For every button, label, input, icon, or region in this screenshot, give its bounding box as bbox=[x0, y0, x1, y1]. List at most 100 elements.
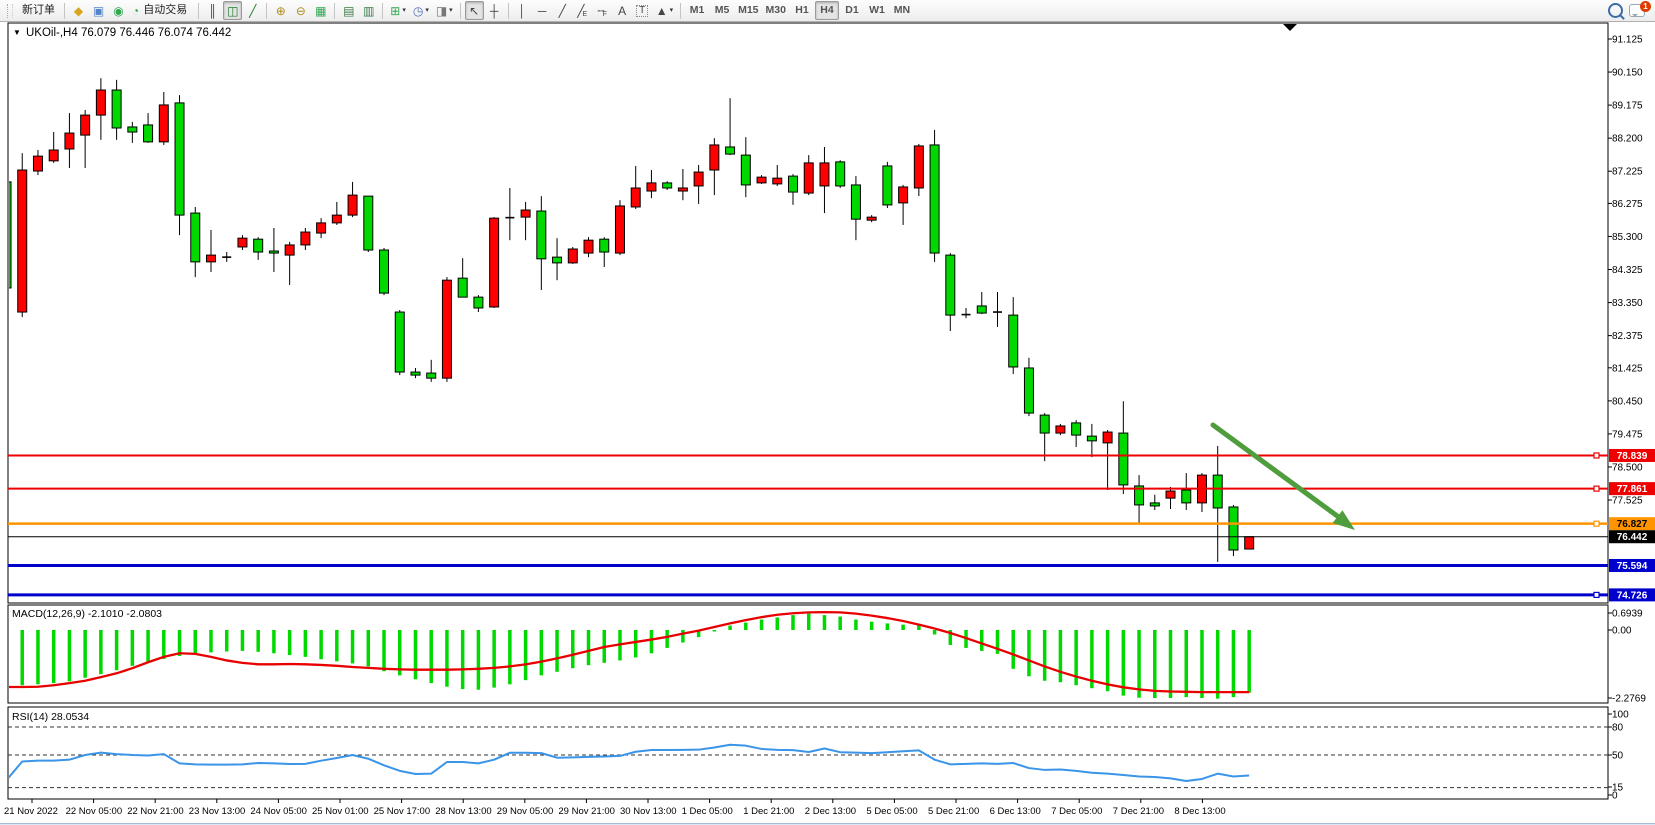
horizontal-line-button[interactable]: ─ bbox=[533, 1, 552, 20]
bull-candle bbox=[615, 206, 624, 253]
price-axis[interactable]: 91.12590.15089.17588.20087.22586.27585.3… bbox=[1608, 35, 1643, 507]
signals-icon[interactable]: ◉ bbox=[109, 1, 128, 20]
bear-candle bbox=[836, 162, 845, 186]
text-button[interactable]: A bbox=[613, 1, 632, 20]
fibonacci-button[interactable]: ╌F bbox=[593, 1, 612, 20]
tf-m30-button[interactable]: M30 bbox=[763, 1, 789, 20]
tf-mn-button[interactable]: MN bbox=[890, 1, 914, 20]
price-badge-76.827: 76.827 bbox=[1609, 517, 1655, 530]
bear-candle bbox=[411, 372, 420, 375]
time-axis[interactable]: 21 Nov 202222 Nov 05:0022 Nov 21:0023 No… bbox=[4, 799, 1226, 817]
rsi-panel bbox=[8, 707, 1608, 799]
market-watch-icon[interactable]: ◆ bbox=[69, 1, 88, 20]
svg-text:8 Dec 13:00: 8 Dec 13:00 bbox=[1174, 806, 1225, 817]
bull-candle bbox=[773, 178, 782, 184]
svg-text:81.425: 81.425 bbox=[1612, 363, 1643, 374]
vertical-line-button[interactable]: │ bbox=[513, 1, 532, 20]
svg-text:85.300: 85.300 bbox=[1612, 232, 1643, 243]
bear-candle bbox=[1040, 415, 1049, 433]
bear-candle bbox=[128, 127, 137, 132]
hline-handle[interactable] bbox=[1594, 521, 1599, 526]
tf-h4-button[interactable]: H4 bbox=[815, 1, 839, 20]
tf-m15-button[interactable]: M15 bbox=[735, 1, 761, 20]
bull-candle bbox=[1103, 432, 1112, 443]
chart-title: ▼UKOil-,H4 76.079 76.446 76.074 76.442 bbox=[13, 27, 231, 39]
price-badge-78.839: 78.839 bbox=[1609, 449, 1655, 462]
bear-candle bbox=[1009, 315, 1018, 367]
equidistant-channel-button[interactable]: ╱E bbox=[573, 1, 592, 20]
text-label-button[interactable]: T bbox=[633, 1, 652, 20]
cursor-button[interactable]: ↖ bbox=[465, 1, 484, 20]
bear-candle bbox=[537, 211, 546, 259]
bear-candle bbox=[883, 166, 892, 205]
bull-candle bbox=[332, 215, 341, 223]
chart-area[interactable]: 91.12590.15089.17588.20087.22586.27585.3… bbox=[0, 22, 1655, 818]
bear-candle bbox=[112, 90, 121, 128]
price-badge-76.442: 76.442 bbox=[1609, 530, 1655, 543]
svg-text:5 Dec 05:00: 5 Dec 05:00 bbox=[866, 806, 917, 817]
crosshair-button[interactable]: ┼ bbox=[485, 1, 504, 20]
svg-text:75.594: 75.594 bbox=[1617, 561, 1648, 572]
bear-candle bbox=[663, 183, 672, 188]
tf-w1-button[interactable]: W1 bbox=[865, 1, 889, 20]
svg-text:22 Nov 05:00: 22 Nov 05:00 bbox=[66, 806, 123, 817]
svg-text:25 Nov 01:00: 25 Nov 01:00 bbox=[312, 806, 369, 817]
svg-text:30 Nov 13:00: 30 Nov 13:00 bbox=[620, 806, 677, 817]
zoom-out-button[interactable]: ⊖ bbox=[291, 1, 310, 20]
svg-text:82.375: 82.375 bbox=[1612, 331, 1643, 342]
tf-d1-button[interactable]: D1 bbox=[840, 1, 864, 20]
tf-m1-button[interactable]: M1 bbox=[685, 1, 709, 20]
svg-text:78.500: 78.500 bbox=[1612, 462, 1643, 473]
bull-candle bbox=[206, 255, 215, 262]
hline-handle[interactable] bbox=[1594, 453, 1599, 458]
bull-candle bbox=[238, 238, 247, 247]
svg-text:1 Dec 21:00: 1 Dec 21:00 bbox=[743, 806, 794, 817]
period-clock-button[interactable]: ◷▾ bbox=[410, 1, 432, 20]
tile-windows-button[interactable]: ▦ bbox=[311, 1, 330, 20]
bear-candle bbox=[946, 255, 955, 315]
bull-candle bbox=[18, 170, 27, 312]
arrange-windows-button[interactable]: ▥ bbox=[359, 1, 378, 20]
svg-text:25 Nov 17:00: 25 Nov 17:00 bbox=[374, 806, 431, 817]
svg-text:86.275: 86.275 bbox=[1612, 199, 1643, 210]
bull-candle bbox=[631, 188, 640, 207]
candlestick-type-button[interactable]: ◫ bbox=[223, 1, 242, 20]
bull-candle bbox=[647, 183, 656, 191]
svg-text:▼: ▼ bbox=[13, 28, 21, 37]
arrows-button[interactable]: ▲▾ bbox=[653, 1, 676, 20]
bear-candle bbox=[269, 251, 278, 253]
bar-chart-type-button[interactable]: ║ bbox=[203, 1, 222, 20]
tf-m5-button[interactable]: M5 bbox=[710, 1, 734, 20]
svg-text:23 Nov 13:00: 23 Nov 13:00 bbox=[189, 806, 246, 817]
bull-candle bbox=[49, 150, 58, 161]
bull-candle bbox=[568, 249, 577, 263]
search-icon[interactable] bbox=[1608, 3, 1623, 18]
notification-badge: 1 bbox=[1640, 1, 1651, 12]
bear-candle bbox=[726, 147, 735, 154]
chat-icon[interactable]: 1 bbox=[1629, 4, 1645, 17]
rsi-axis-label: 80 bbox=[1612, 723, 1624, 734]
svg-text:24 Nov 05:00: 24 Nov 05:00 bbox=[250, 806, 307, 817]
line-chart-type-button[interactable]: ╱ bbox=[243, 1, 262, 20]
bull-candle bbox=[820, 163, 829, 186]
bull-candle bbox=[521, 210, 530, 217]
auto-trading-button[interactable]: ◔自动交易 bbox=[129, 1, 194, 20]
new-chart-button[interactable]: ⊞▾ bbox=[387, 1, 409, 20]
bull-candle bbox=[710, 145, 719, 170]
svg-text:91.125: 91.125 bbox=[1612, 35, 1643, 46]
data-window-icon[interactable]: ▣ bbox=[89, 1, 108, 20]
svg-text:2 Dec 13:00: 2 Dec 13:00 bbox=[805, 806, 856, 817]
bear-candle bbox=[977, 306, 986, 313]
hline-handle[interactable] bbox=[1594, 592, 1599, 597]
bear-candle bbox=[1119, 433, 1128, 485]
new-order-button[interactable]: 新订单 bbox=[17, 1, 60, 20]
cascade-windows-button[interactable]: ▤ bbox=[339, 1, 358, 20]
macd-label: MACD(12,26,9) -2.1010 -2.0803 bbox=[12, 608, 162, 620]
svg-text:77.525: 77.525 bbox=[1612, 496, 1643, 507]
tf-h1-button[interactable]: H1 bbox=[790, 1, 814, 20]
bull-candle bbox=[1245, 537, 1254, 549]
hline-handle[interactable] bbox=[1594, 486, 1599, 491]
zoom-in-button[interactable]: ⊕ bbox=[271, 1, 290, 20]
templates-button[interactable]: ◨▾ bbox=[433, 1, 456, 20]
trendline-button[interactable]: ╱ bbox=[553, 1, 572, 20]
